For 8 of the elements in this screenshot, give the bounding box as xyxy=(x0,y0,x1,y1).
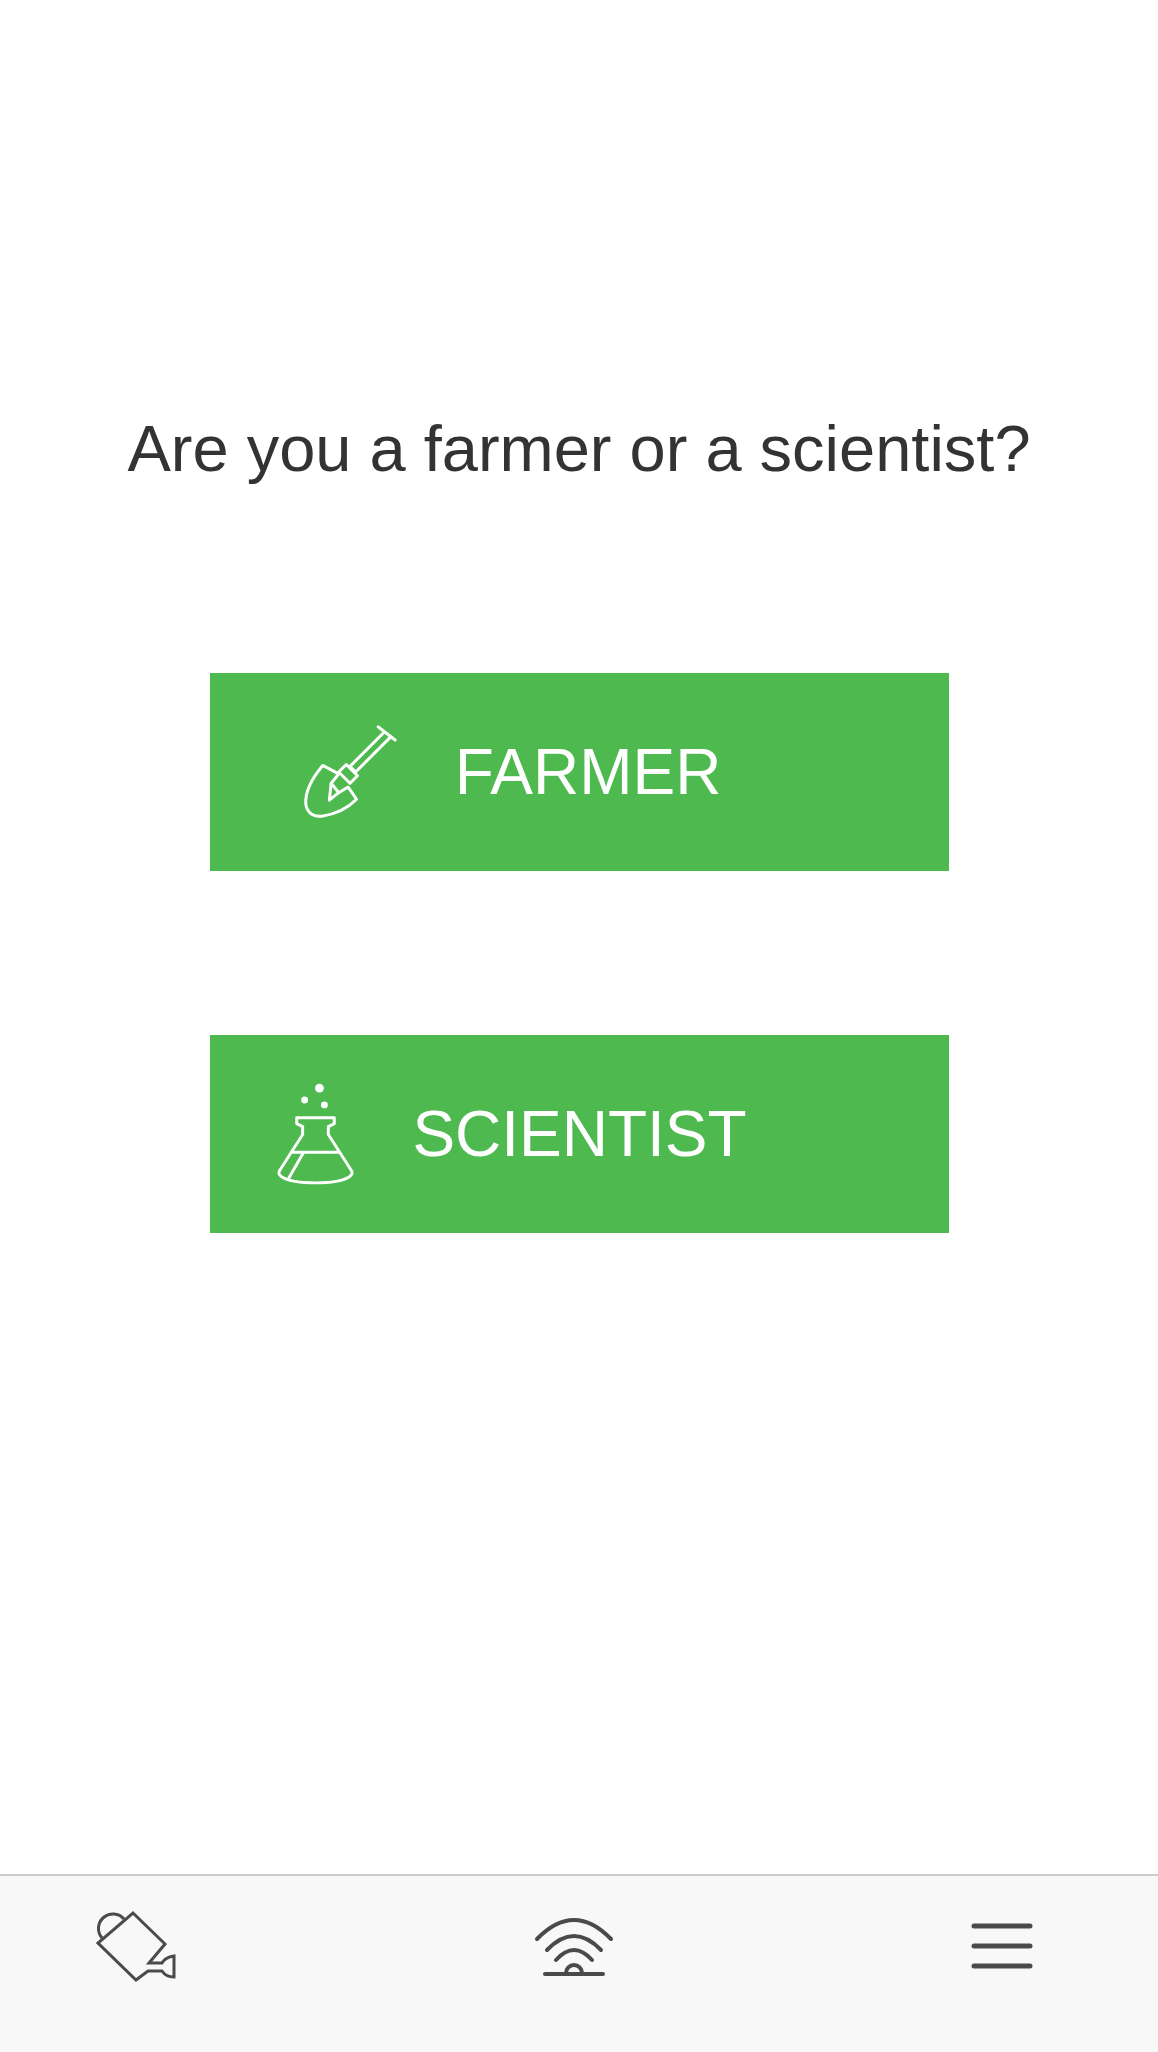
wifi-icon[interactable] xyxy=(534,1915,614,1977)
option-button[interactable]: SCIENTIST xyxy=(209,1035,949,1233)
flask-icon xyxy=(277,1082,355,1186)
watering-can-icon[interactable] xyxy=(96,1910,177,1982)
option-button[interactable]: FARMER xyxy=(209,673,949,871)
shovel-icon xyxy=(302,725,397,819)
question-heading: Are you a farmer or a scientist? xyxy=(127,411,1031,487)
menu-icon[interactable] xyxy=(971,1922,1033,1970)
